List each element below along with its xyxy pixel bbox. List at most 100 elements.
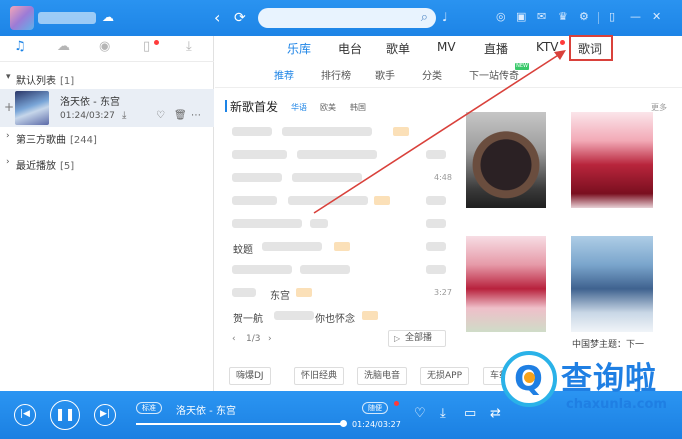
blurred-song-title — [232, 288, 256, 297]
song-row-title: 洛天依 - 东宫 — [60, 97, 120, 108]
blurred-song-artist — [274, 311, 314, 320]
section-accent-bar — [225, 100, 227, 112]
download-icon[interactable]: ⤓ — [440, 406, 446, 421]
user-avatar[interactable] — [10, 6, 34, 30]
tab-library[interactable]: 乐库 — [287, 40, 311, 57]
song-title-visible[interactable]: 贺一航 — [233, 310, 263, 325]
song-duration: 3:27 — [434, 288, 452, 297]
playlist-default-count: [1] — [60, 76, 75, 87]
play-icon: ▷ — [394, 334, 401, 343]
refresh-button[interactable]: ⟳ — [234, 8, 246, 28]
tag-lossless[interactable]: 无损APP — [420, 367, 470, 385]
chevron-down-icon: ▾ — [6, 72, 11, 82]
song-title-visible[interactable]: 蚊题 — [233, 241, 253, 256]
title-bar: ☁ ‹ ⟳ ⌕ ♩ ◎ ▣ ✉ ♛ ⚙ ▯ — ✕ — [0, 0, 682, 36]
heart-icon[interactable]: ♡ — [156, 110, 165, 121]
loop-icon[interactable]: ⇄ — [490, 406, 501, 421]
tab-radio[interactable]: 电台 — [338, 40, 362, 57]
playlist-recent[interactable]: › 最近播放 [5] — [0, 153, 214, 173]
song-cover-art — [15, 91, 49, 125]
trash-icon[interactable]: 🗑 — [174, 110, 187, 121]
ktv-notification-dot — [560, 40, 565, 45]
game-icon[interactable]: ▣ — [516, 10, 526, 23]
back-button[interactable]: ‹ — [214, 8, 220, 28]
quality-selector[interactable]: 标准 — [136, 402, 162, 414]
progress-knob[interactable] — [340, 420, 347, 427]
watermark-url: chaxunla.com — [566, 397, 667, 412]
song-artist-visible[interactable]: 东宫 — [270, 287, 290, 302]
playlist-third-party[interactable]: › 第三方歌曲 [244] — [0, 127, 214, 147]
playlist-third-party-count: [244] — [70, 135, 97, 146]
blurred-song-artist — [288, 196, 368, 205]
cloud-icon[interactable]: ☁ — [57, 39, 70, 54]
song-artist-visible[interactable]: 你也怀念 — [315, 310, 355, 325]
blurred-song-artist — [262, 242, 322, 251]
close-icon[interactable]: ✕ — [652, 10, 661, 23]
heart-icon[interactable]: ♡ — [414, 406, 426, 421]
chevron-right-icon: › — [6, 157, 10, 167]
playlist-song-row[interactable]: + 洛天依 - 东宫 01:24/03:27 ⤓ ♡ 🗑 ⋯ — [0, 89, 214, 127]
tab-ktv[interactable]: KTV — [536, 40, 558, 54]
chevron-right-icon: › — [6, 131, 10, 141]
comment-icon[interactable]: ▭ — [464, 406, 476, 421]
subtab-recommend[interactable]: 推荐 — [274, 67, 294, 82]
chip-korean[interactable]: 韩国 — [350, 102, 366, 113]
more-options-icon[interactable]: ⋯ — [191, 110, 201, 121]
blurred-song-title — [232, 150, 287, 159]
prev-track-button[interactable]: |◀ — [14, 404, 36, 426]
search-icon[interactable]: ⌕ — [421, 10, 428, 25]
blurred-song-title — [232, 265, 292, 274]
subtab-categories[interactable]: 分类 — [422, 67, 442, 82]
gear-icon[interactable]: ⚙ — [579, 10, 589, 23]
search-input[interactable]: ⌕ — [258, 8, 436, 28]
album-cover[interactable] — [466, 112, 546, 208]
tag-electronic[interactable]: 洗脑电音 — [357, 367, 408, 385]
tab-mv[interactable]: MV — [437, 40, 456, 54]
subtab-artists[interactable]: 歌手 — [375, 67, 395, 82]
song-row-time: 01:24/03:27 — [60, 111, 115, 121]
chip-western[interactable]: 欧美 — [320, 102, 336, 113]
pause-button[interactable]: ❚❚ — [50, 400, 80, 430]
play-all-label: 全部播 — [405, 333, 433, 343]
tab-playlists[interactable]: 歌单 — [386, 40, 410, 57]
voice-search-icon[interactable]: ♩ — [442, 10, 448, 24]
skin-icon[interactable]: ♛ — [558, 10, 568, 23]
mail-icon[interactable]: ✉ — [537, 10, 546, 23]
album-cover[interactable] — [466, 236, 546, 332]
playlist-default[interactable]: ▾ 默认列表 [1] — [0, 68, 214, 88]
playlist-recent-count: [5] — [60, 161, 75, 172]
watermark-logo-icon: Q — [501, 351, 557, 407]
music-note-icon[interactable]: ♫ — [14, 39, 26, 54]
tag-classic[interactable]: 怀旧经典 — [294, 367, 345, 385]
album-cover[interactable] — [571, 236, 653, 332]
play-all-button[interactable]: ▷ 全部播 — [388, 330, 446, 347]
blurred-song-title — [232, 127, 272, 136]
album-cover[interactable] — [571, 112, 653, 208]
next-track-button[interactable]: ▶| — [94, 404, 116, 426]
tab-live[interactable]: 直播 — [484, 40, 508, 57]
add-icon[interactable]: + — [4, 100, 14, 114]
subtab-charts[interactable]: 排行榜 — [321, 67, 351, 82]
download-icon[interactable]: ⤓ — [122, 110, 126, 121]
radio-icon[interactable]: ◉ — [99, 39, 110, 54]
effect-selector[interactable]: 随便 — [362, 402, 388, 414]
progress-track[interactable] — [136, 420, 347, 427]
user-name-blurred — [38, 12, 96, 24]
device-icon[interactable]: ▯ — [143, 39, 150, 54]
blurred-duration — [426, 196, 446, 205]
chip-chinese[interactable]: 华语 — [291, 102, 307, 113]
more-link[interactable]: 更多 — [651, 102, 667, 113]
pager-prev[interactable]: ‹ — [232, 334, 236, 344]
tag-dj[interactable]: 嗨爆DJ — [229, 367, 271, 385]
blurred-duration — [426, 150, 446, 159]
target-icon[interactable]: ◎ — [496, 10, 506, 23]
mini-mode-icon[interactable]: ▯ — [609, 10, 615, 23]
left-panel-tabs: ♫ ☁ ◉ ▯ ⤓ — [0, 36, 214, 62]
pager-count: 1/3 — [246, 334, 261, 344]
pager-next[interactable]: › — [268, 334, 272, 344]
left-panel: ♫ ☁ ◉ ▯ ⤓ ▾ 默认列表 [1] + 洛天依 - 东宫 01:24/03:… — [0, 36, 214, 391]
download-icon[interactable]: ⤓ — [186, 39, 192, 54]
cloud-sync-icon[interactable]: ☁ — [102, 10, 114, 24]
minimize-icon[interactable]: — — [630, 10, 641, 23]
blurred-duration — [426, 265, 446, 274]
